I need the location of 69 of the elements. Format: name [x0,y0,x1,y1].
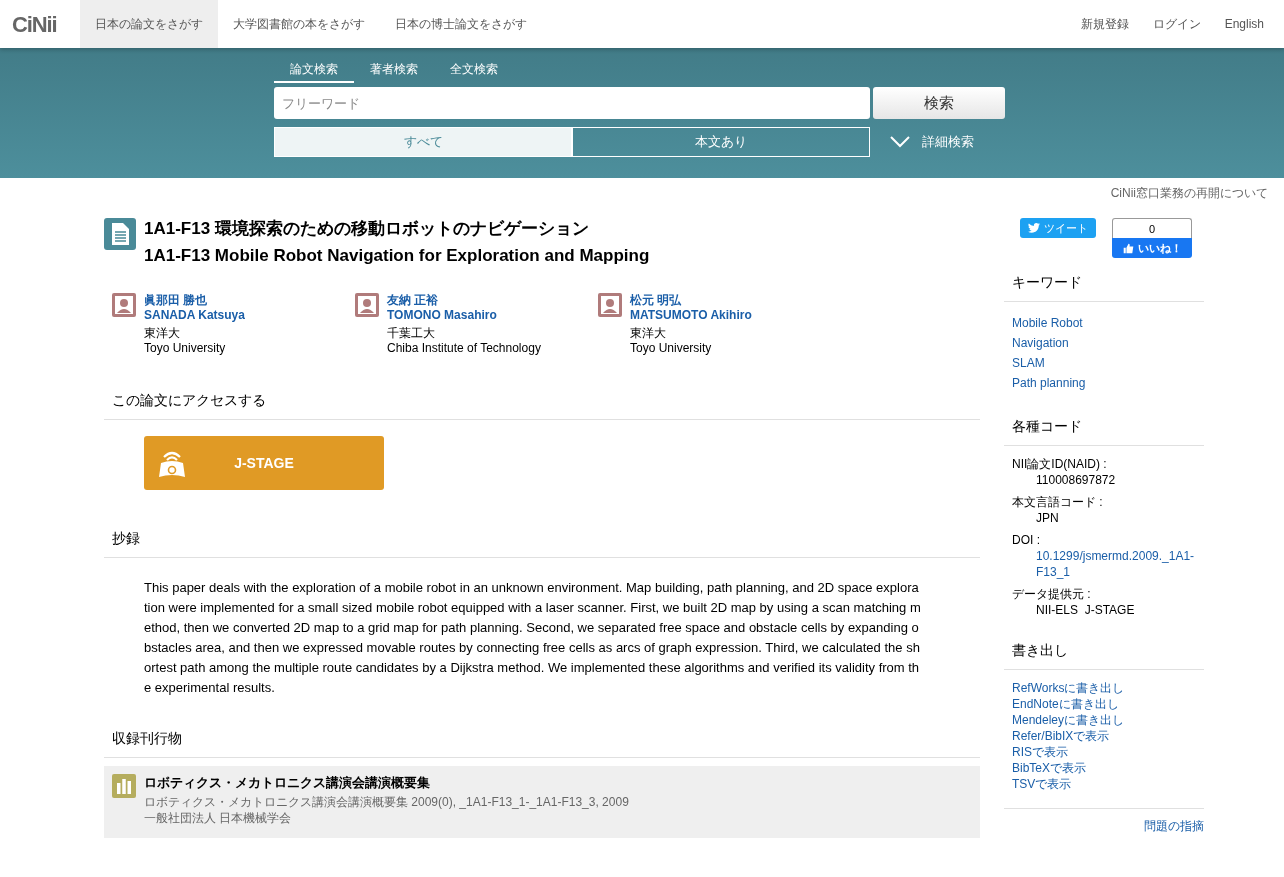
article-title-english: 1A1-F13 Mobile Robot Navigation for Exploration and Mapping [144,245,650,267]
author-affiliation: 東洋大 [144,326,181,341]
keyword-link[interactable]: Path planning [1012,376,1196,391]
code-label: DOI : [1012,532,1041,548]
author-name[interactable]: 眞那田 勝也 [144,293,245,308]
search-field[interactable]: フリーワード [274,87,870,119]
export-link[interactable]: RefWorksに書き出し [1012,680,1196,696]
section-heading: この論文にアクセスする [112,391,267,410]
header-link[interactable]: ログイン [1152,15,1201,33]
report-link[interactable]: 問題の指摘 [1144,819,1204,833]
author-affiliation-english: Chiba Institute of Technology [387,341,541,356]
person-icon [112,293,136,317]
code-label: NII論文ID(NAID) : [1012,456,1108,472]
thumbs-up-icon [1122,242,1134,254]
doi-link[interactable]: 10.1299/jsmermd.2009._1A1-F13_1 [1012,548,1196,580]
search-button[interactable]: 検索 [873,87,1005,119]
author-name-english[interactable]: MATSUMOTO Akihiro [630,308,752,323]
person-icon [598,293,622,317]
section-heading: 収録刊行物 [112,729,183,748]
person-icon [355,293,379,317]
like-button[interactable]: いいね！ [1112,238,1192,258]
keyword-link[interactable]: Navigation [1012,336,1196,351]
section-heading: 各種コード [1012,417,1083,436]
keyword-link[interactable]: SLAM [1012,356,1196,371]
code-value: NII-ELS J-STAGE [1035,602,1136,618]
author-name[interactable]: 松元 明弘 [630,293,752,308]
nav-tab[interactable]: 日本の博士論文をさがす [380,0,542,48]
export-link[interactable]: Mendeleyに書き出し [1012,712,1196,728]
advanced-search-button[interactable]: 詳細検索 [890,132,974,152]
header-link[interactable]: English [1224,15,1264,33]
code-value: 110008697872 [1035,472,1117,488]
author-affiliation-english: Toyo University [144,341,227,356]
author-affiliation-english: Toyo University [630,341,713,356]
section-heading: 書き出し [1012,641,1069,660]
bar-chart-icon [112,774,136,798]
header-link[interactable]: 新規登録 [1080,15,1129,33]
chevron-down-icon [890,136,910,148]
notice-link[interactable]: CiNii窓口業務の再開について [1110,184,1268,202]
abstract-text: This paper deals with the exploration of a mobile robot in an unknown environment. Map building, path planning, and 2D space exploration were implemented for a small sized mobile robot equipped with a laser scanner. First, we built 2D map by using a scan matching method, then we converted 2D map to a grid map for path planning. Second, we separated free space and obstacle cells by expanding obstacles area, and then we expressed movable routes by connecting free cells as arcs of graph expression. Third, we calculated the shortest path among the multiple route candidates by a Dijkstra method. We implemented these algorithms and verified its validity from the experimental results. [144,579,922,697]
site-logo[interactable]: CiNii [0,7,80,41]
nav-tab[interactable]: 大学図書館の本をさがす [218,0,380,48]
journal-detail: ロボティクス・メカトロニクス講演会講演概要集 2009(0), _1A1-F13_1-_1A1-F13_3, 2009 [144,794,629,810]
export-link[interactable]: Refer/BibIXで表示 [1012,728,1196,744]
export-link[interactable]: BibTeXで表示 [1012,760,1196,776]
search-tab[interactable]: 著者検索 [354,60,434,83]
search-tab[interactable]: 全文検索 [434,60,514,83]
export-link[interactable]: RISで表示 [1012,744,1196,760]
section-heading: 抄録 [112,529,141,548]
filter-toggle[interactable]: 本文あり [572,127,870,157]
author-name-english[interactable]: TOMONO Masahiro [387,308,541,323]
journal-publisher: 一般社団法人 日本機械学会 [144,810,293,826]
author-name-english[interactable]: SANADA Katsuya [144,308,245,323]
author-affiliation: 千葉工大 [387,326,436,341]
bird-icon [1028,223,1040,233]
keyword-link[interactable]: Mobile Robot [1012,316,1196,331]
section-heading: キーワード [1012,273,1083,292]
author-affiliation: 東洋大 [630,326,667,341]
nav-tab[interactable]: 日本の論文をさがす [80,0,218,48]
code-label: 本文言語コード : [1012,494,1104,510]
export-link[interactable]: TSVで表示 [1012,776,1196,792]
filter-toggle[interactable]: すべて [274,127,572,157]
search-tab[interactable]: 論文検索 [274,60,354,83]
article-title: 1A1-F13 環境探索のための移動ロボットのナビゲーション [144,218,590,240]
author-name[interactable]: 友納 正裕 [387,293,541,308]
export-link[interactable]: EndNoteに書き出し [1012,696,1196,712]
journal-title[interactable]: ロボティクス・メカトロニクス講演会講演概要集 [144,774,629,792]
document-icon [104,218,136,250]
code-label: データ提供元 : [1012,586,1092,602]
code-value: JPN [1035,510,1060,526]
